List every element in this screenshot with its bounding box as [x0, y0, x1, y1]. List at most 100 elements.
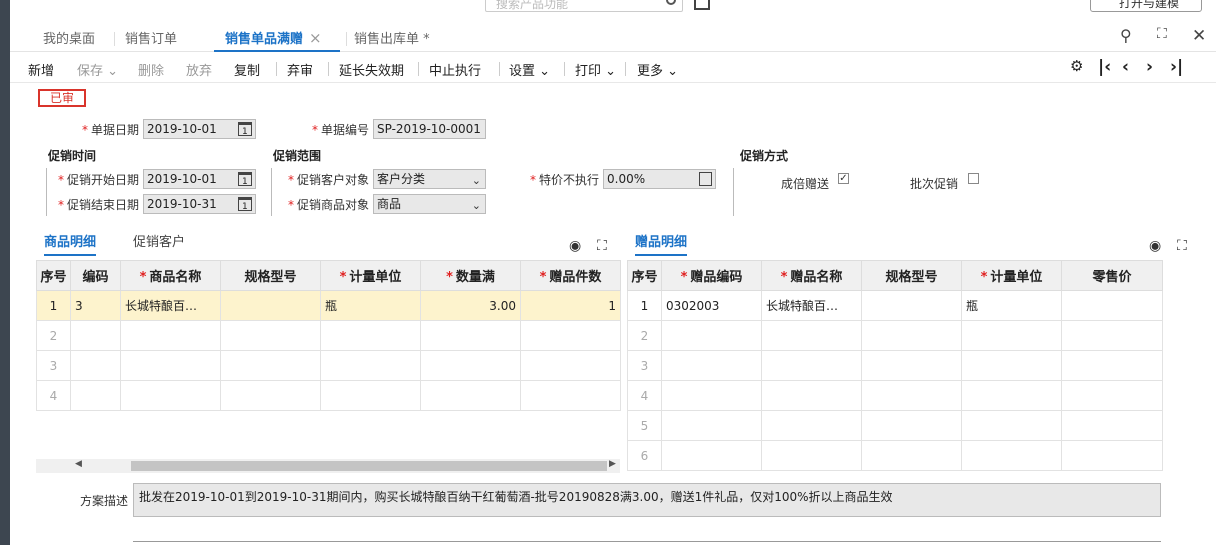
search-input[interactable]: 搜索产品功能	[485, 0, 683, 12]
table-cell[interactable]	[1061, 320, 1163, 351]
table-cell[interactable]	[220, 350, 321, 381]
table-cell[interactable]	[861, 410, 962, 441]
calculator-icon[interactable]	[699, 172, 712, 186]
table-row[interactable]: 4	[627, 380, 1163, 411]
tab-sales-outbound[interactable]: 销售出库单 *	[354, 28, 430, 52]
table-cell[interactable]	[661, 380, 762, 411]
table-cell[interactable]: 1	[36, 290, 71, 321]
user-icon[interactable]	[1020, 0, 1036, 10]
doc-date-field[interactable]: 2019-10-01	[143, 119, 256, 141]
table-cell[interactable]	[520, 350, 621, 381]
table-cell[interactable]	[761, 380, 862, 411]
list-icon[interactable]	[732, 0, 748, 10]
copy-button[interactable]: 复制	[234, 60, 260, 79]
batch-promo-checkbox[interactable]	[968, 173, 979, 184]
table-row[interactable]: 2	[627, 320, 1163, 351]
table-cell[interactable]: 长城特酿百…	[120, 290, 221, 321]
col-header[interactable]: 规格型号	[861, 260, 962, 291]
table-cell[interactable]	[120, 380, 221, 411]
print-menu[interactable]: 打印 ⌄	[575, 60, 616, 79]
tab-goods-detail[interactable]: 商品明细	[44, 231, 97, 256]
table-cell[interactable]: 1	[520, 290, 621, 321]
table-cell[interactable]: 2	[36, 320, 71, 351]
table-cell[interactable]	[220, 320, 321, 351]
calendar-icon[interactable]	[238, 122, 252, 141]
col-header[interactable]: 编码	[70, 260, 121, 291]
table-cell[interactable]	[1061, 350, 1163, 381]
table-cell[interactable]	[661, 350, 762, 381]
table-cell[interactable]	[761, 410, 862, 441]
maximize-icon[interactable]: ⛶	[1157, 26, 1167, 42]
table-cell[interactable]: 6	[627, 440, 662, 471]
table-cell[interactable]	[1061, 290, 1163, 321]
settings-menu[interactable]: 设置 ⌄	[509, 60, 550, 79]
new-button[interactable]: 新增	[28, 60, 54, 79]
col-header[interactable]: * 计量单位	[961, 260, 1062, 291]
calendar-icon[interactable]	[238, 197, 252, 216]
end-date-field[interactable]: 2019-10-31	[143, 194, 256, 216]
tab-gift-detail[interactable]: 赠品明细	[635, 231, 688, 256]
table-cell[interactable]: 3	[70, 290, 121, 321]
col-header[interactable]: * 数量满	[420, 260, 521, 291]
table-cell[interactable]: 0302003	[661, 290, 762, 321]
col-header[interactable]: * 计量单位	[320, 260, 421, 291]
table-cell[interactable]: 长城特酿百…	[761, 290, 862, 321]
col-header[interactable]: * 商品名称	[120, 260, 221, 291]
col-header[interactable]: * 赠品编码	[661, 260, 762, 291]
table-row[interactable]: 2	[36, 320, 621, 351]
table-cell[interactable]	[120, 320, 221, 351]
last-record-icon[interactable]: ›|	[1170, 57, 1183, 77]
discard-button[interactable]: 放弃	[186, 60, 212, 79]
first-record-icon[interactable]: |‹	[1098, 57, 1111, 77]
table-cell[interactable]: 瓶	[961, 290, 1062, 321]
next-record-icon[interactable]: ›	[1146, 57, 1153, 77]
special-price-field[interactable]: 0.00%	[603, 169, 716, 189]
table-cell[interactable]	[320, 320, 421, 351]
table-cell[interactable]: 瓶	[320, 290, 421, 321]
tab-search-icon[interactable]: ⚲	[1120, 26, 1132, 45]
table-cell[interactable]	[661, 320, 762, 351]
table-cell[interactable]: 4	[627, 380, 662, 411]
table-cell[interactable]	[420, 320, 521, 351]
col-header[interactable]: 规格型号	[220, 260, 321, 291]
table-cell[interactable]	[861, 290, 962, 321]
table-cell[interactable]	[420, 350, 521, 381]
table-cell[interactable]	[761, 320, 862, 351]
table-cell[interactable]	[1061, 440, 1163, 471]
table-cell[interactable]	[961, 350, 1062, 381]
table-cell[interactable]	[861, 440, 962, 471]
table-row[interactable]: 3	[36, 350, 621, 381]
table-cell[interactable]	[220, 290, 321, 321]
multiple-gift-checkbox[interactable]: ✓	[838, 173, 849, 184]
scroll-right-icon[interactable]: ▶	[609, 459, 616, 469]
col-header[interactable]: 序号	[36, 260, 71, 291]
col-header[interactable]: 零售价	[1061, 260, 1163, 291]
col-header[interactable]: * 赠品件数	[520, 260, 621, 291]
delete-button[interactable]: 删除	[138, 60, 164, 79]
table-cell[interactable]	[70, 320, 121, 351]
location-icon[interactable]: ◉	[569, 238, 581, 254]
expand-icon[interactable]: ⛶	[1177, 238, 1187, 254]
expand-icon[interactable]: ⛶	[597, 238, 607, 254]
table-cell[interactable]	[861, 350, 962, 381]
table-row[interactable]: 1 0302003 长城特酿百… 瓶	[627, 290, 1163, 321]
col-header[interactable]: 序号	[627, 260, 662, 291]
table-cell[interactable]	[70, 350, 121, 381]
table-cell[interactable]	[961, 380, 1062, 411]
search-icon[interactable]	[666, 0, 676, 5]
table-cell[interactable]	[320, 350, 421, 381]
table-cell[interactable]	[1061, 410, 1163, 441]
horizontal-scrollbar[interactable]: ◀ ▶	[36, 459, 620, 473]
table-cell[interactable]: 4	[36, 380, 71, 411]
table-cell[interactable]	[961, 320, 1062, 351]
table-cell[interactable]	[861, 320, 962, 351]
table-cell[interactable]	[120, 350, 221, 381]
save-button[interactable]: 保存 ⌄	[77, 60, 118, 79]
unaudit-button[interactable]: 弃审	[287, 60, 313, 79]
table-row[interactable]: 5	[627, 410, 1163, 441]
table-cell[interactable]: 3.00	[420, 290, 521, 321]
more-menu[interactable]: 更多 ⌄	[637, 60, 678, 79]
table-cell[interactable]	[520, 380, 621, 411]
home-icon[interactable]	[694, 0, 710, 10]
table-cell[interactable]	[761, 440, 862, 471]
